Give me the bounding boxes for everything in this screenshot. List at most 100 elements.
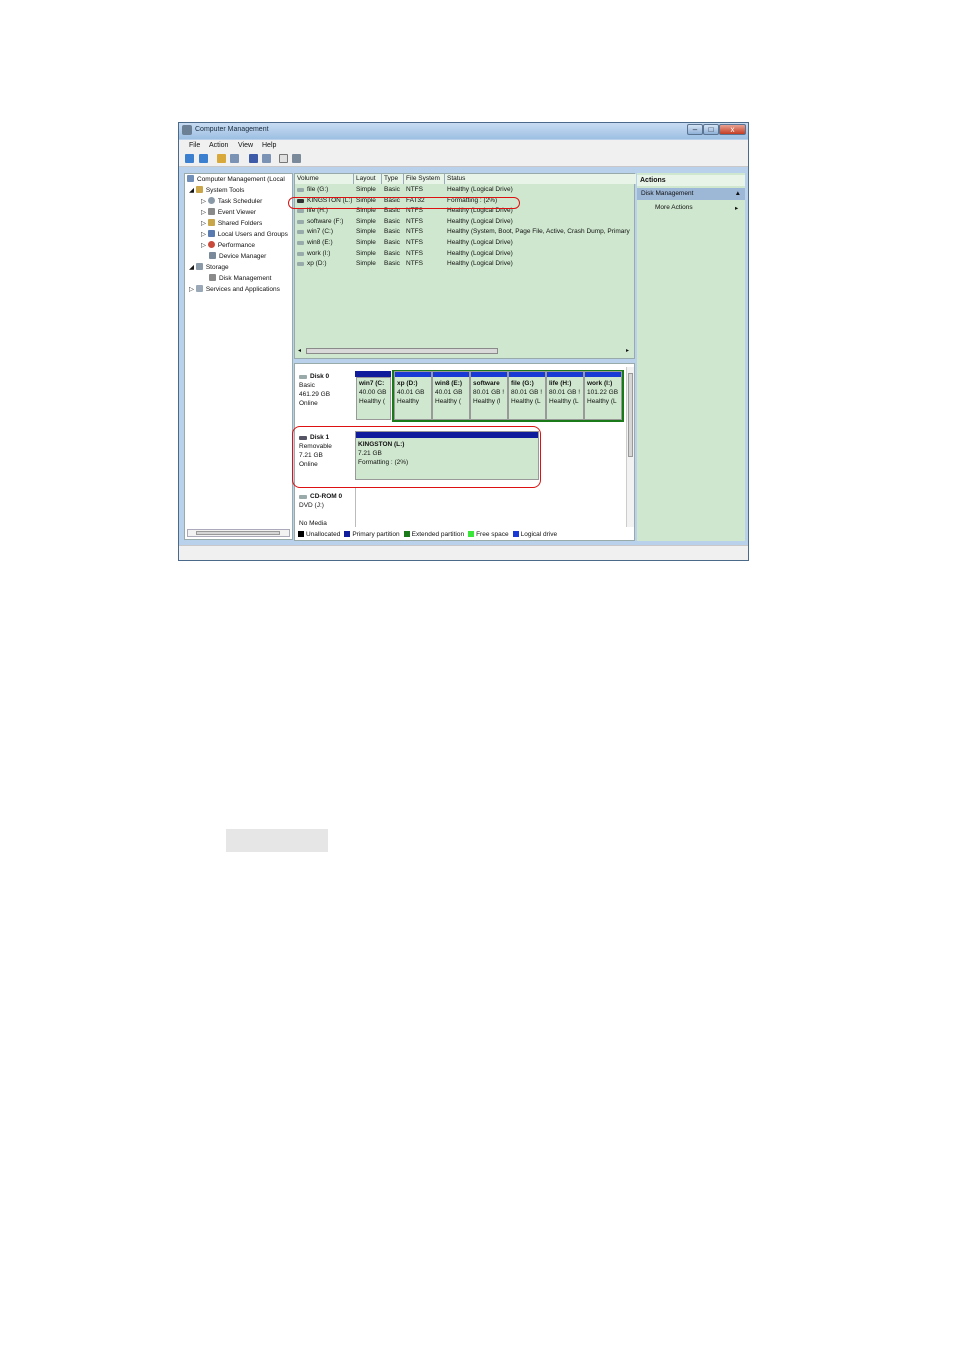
- volume-name-cell: software (F:): [297, 217, 343, 227]
- tree-node-device-manager[interactable]: Device Manager: [209, 252, 266, 262]
- tree-node-system-tools[interactable]: ◢ System Tools: [189, 186, 244, 196]
- scroll-left-arrow-icon[interactable]: ◂: [298, 347, 301, 354]
- tree-node-shared-folders[interactable]: ▷ Shared Folders: [201, 219, 262, 229]
- volume-row[interactable]: work (I:) Simple Basic NTFS Healthy (Logical…: [295, 249, 636, 259]
- disk0-label[interactable]: Disk 0 Basic 461.29 GB Online: [299, 372, 330, 408]
- partition-size: 40.01 GB: [435, 389, 463, 396]
- volume-horizontal-scrollbar[interactable]: ◂ ▸: [298, 346, 631, 355]
- volume-cell: Healthy (System, Boot, Page File, Active…: [447, 228, 630, 236]
- tree-node-services-applications[interactable]: ▷ Services and Applications: [189, 285, 280, 295]
- legend-swatch: [403, 531, 410, 537]
- partition-win7[interactable]: win7 (C: 40.00 GB Healthy (: [356, 377, 391, 420]
- tree-node-task-scheduler[interactable]: ▷ Task Scheduler: [201, 197, 262, 207]
- tree-label: Performance: [217, 242, 256, 249]
- volume-scroll-thumb[interactable]: [306, 348, 498, 354]
- cdrom-name: CD-ROM 0: [310, 493, 343, 500]
- up-folder-icon[interactable]: [217, 154, 226, 163]
- disk-management-icon: [209, 274, 216, 281]
- more-actions-label: More Actions: [655, 204, 693, 211]
- redacted-block: [226, 829, 328, 852]
- help-icon[interactable]: [249, 154, 258, 163]
- column-header-status[interactable]: Status: [445, 174, 636, 184]
- show-hide-tree-icon[interactable]: [230, 154, 239, 163]
- partition-name: work (I:): [587, 380, 613, 387]
- volume-cell: Basic: [384, 239, 400, 246]
- legend-swatch: [468, 531, 475, 537]
- disk-vertical-scrollbar[interactable]: [626, 367, 634, 527]
- disk0-size: 461.29 GB: [299, 391, 331, 398]
- volume-row[interactable]: xp (D:) Simple Basic NTFS Healthy (Logical D…: [295, 259, 636, 269]
- partition-name: file (G:): [511, 380, 534, 387]
- tree-node-root[interactable]: Computer Management (Local: [187, 175, 285, 185]
- partition-name: win7 (C:: [359, 380, 385, 387]
- tree-node-disk-management[interactable]: Disk Management: [209, 274, 271, 284]
- volume-name: work (I:): [307, 249, 331, 257]
- volume-cell: NTFS: [406, 228, 423, 236]
- menu-action[interactable]: Action: [209, 142, 228, 149]
- drive-icon: [297, 219, 304, 224]
- tree-scroll-thumb[interactable]: [196, 531, 280, 535]
- volume-cell: Basic: [384, 228, 400, 236]
- partition-logical-drive[interactable]: file (G:) 80.01 GB ! Healthy (L: [508, 371, 546, 420]
- column-header-file-system[interactable]: File System: [404, 174, 445, 184]
- tree-horizontal-scrollbar[interactable]: [187, 529, 290, 537]
- tree-node-storage[interactable]: ◢ Storage: [189, 263, 229, 273]
- disk-scroll-thumb[interactable]: [628, 373, 633, 457]
- tree-root-label: Computer Management (Local: [197, 176, 285, 183]
- menu-file[interactable]: File: [189, 142, 200, 149]
- partition-size: 40.01 GB: [397, 389, 425, 396]
- disk-properties-icon[interactable]: [292, 154, 301, 163]
- actions-pane: Actions Disk Management ▲ More Actions ▸: [637, 173, 745, 541]
- column-header-layout[interactable]: Layout: [354, 174, 382, 184]
- column-header-volume[interactable]: Volume: [295, 174, 354, 184]
- drive-icon: [297, 230, 304, 235]
- volume-cell: Simple: [356, 239, 376, 246]
- partition-logical-drive[interactable]: win8 (E:) 40.01 GB Healthy (: [432, 371, 470, 420]
- divider: [355, 487, 356, 527]
- partition-logical-drive[interactable]: software 80.01 GB ! Healthy (l: [470, 371, 508, 420]
- export-list-icon[interactable]: [279, 154, 288, 163]
- actions-section-disk-management[interactable]: Disk Management ▲: [637, 188, 745, 200]
- volume-row[interactable]: software (F:) Simple Basic NTFS Healthy (Log…: [295, 217, 636, 227]
- tree-node-event-viewer[interactable]: ▷ Event Viewer: [201, 208, 256, 218]
- event-viewer-icon: [207, 208, 215, 215]
- partition-logical-drive[interactable]: work (I:) 101.22 GB Healthy (L: [584, 371, 622, 420]
- volume-row[interactable]: file (G:) Simple Basic NTFS Healthy (Logical…: [295, 185, 636, 195]
- minimize-button[interactable]: –: [687, 124, 703, 135]
- forward-arrow-icon[interactable]: [199, 154, 208, 163]
- back-arrow-icon[interactable]: [185, 154, 194, 163]
- disk1-highlight: [292, 426, 541, 488]
- scroll-right-arrow-icon[interactable]: ▸: [626, 347, 629, 354]
- tree-label: Services and Applications: [205, 286, 280, 293]
- title-bar[interactable]: Computer Management – □ x: [179, 123, 748, 139]
- tree-label: System Tools: [205, 187, 245, 194]
- more-actions-item[interactable]: More Actions ▸: [655, 204, 745, 212]
- cdrom-media: No Media: [299, 520, 327, 527]
- maximize-button[interactable]: □: [703, 124, 719, 135]
- disk0-type: Basic: [299, 382, 315, 389]
- kingston-row-highlight: [288, 197, 520, 209]
- volume-cell: Basic: [384, 186, 400, 193]
- close-button[interactable]: x: [719, 124, 746, 135]
- volume-cell: Simple: [356, 249, 376, 257]
- volume-cell: Simple: [356, 186, 376, 193]
- menu-help[interactable]: Help: [262, 142, 276, 149]
- logical-drive-bar: [509, 372, 545, 377]
- volume-row[interactable]: win7 (C:) Simple Basic NTFS Healthy (System,…: [295, 227, 636, 237]
- properties-icon[interactable]: [262, 154, 271, 163]
- users-icon: [207, 230, 215, 237]
- cdrom-label[interactable]: CD-ROM 0 DVD (J:) No Media: [299, 492, 342, 528]
- volume-row[interactable]: win8 (E:) Simple Basic NTFS Healthy (Logical…: [295, 238, 636, 248]
- menu-view[interactable]: View: [238, 142, 253, 149]
- computer-icon: [187, 175, 194, 182]
- column-header-type[interactable]: Type: [382, 174, 404, 184]
- partition-logical-drive[interactable]: life (H:) 80.01 GB ! Healthy (L: [546, 371, 584, 420]
- volume-name: win7 (C:): [307, 228, 334, 236]
- tree-node-performance[interactable]: ▷ Performance: [201, 241, 255, 251]
- partition-status: Healthy (: [359, 398, 386, 405]
- legend-label: Primary partition: [352, 531, 400, 538]
- partition-status: Healthy: [397, 398, 420, 405]
- drive-icon: [297, 188, 304, 192]
- partition-logical-drive[interactable]: xp (D:) 40.01 GB Healthy: [394, 371, 432, 420]
- tree-node-local-users[interactable]: ▷ Local Users and Groups: [201, 230, 288, 240]
